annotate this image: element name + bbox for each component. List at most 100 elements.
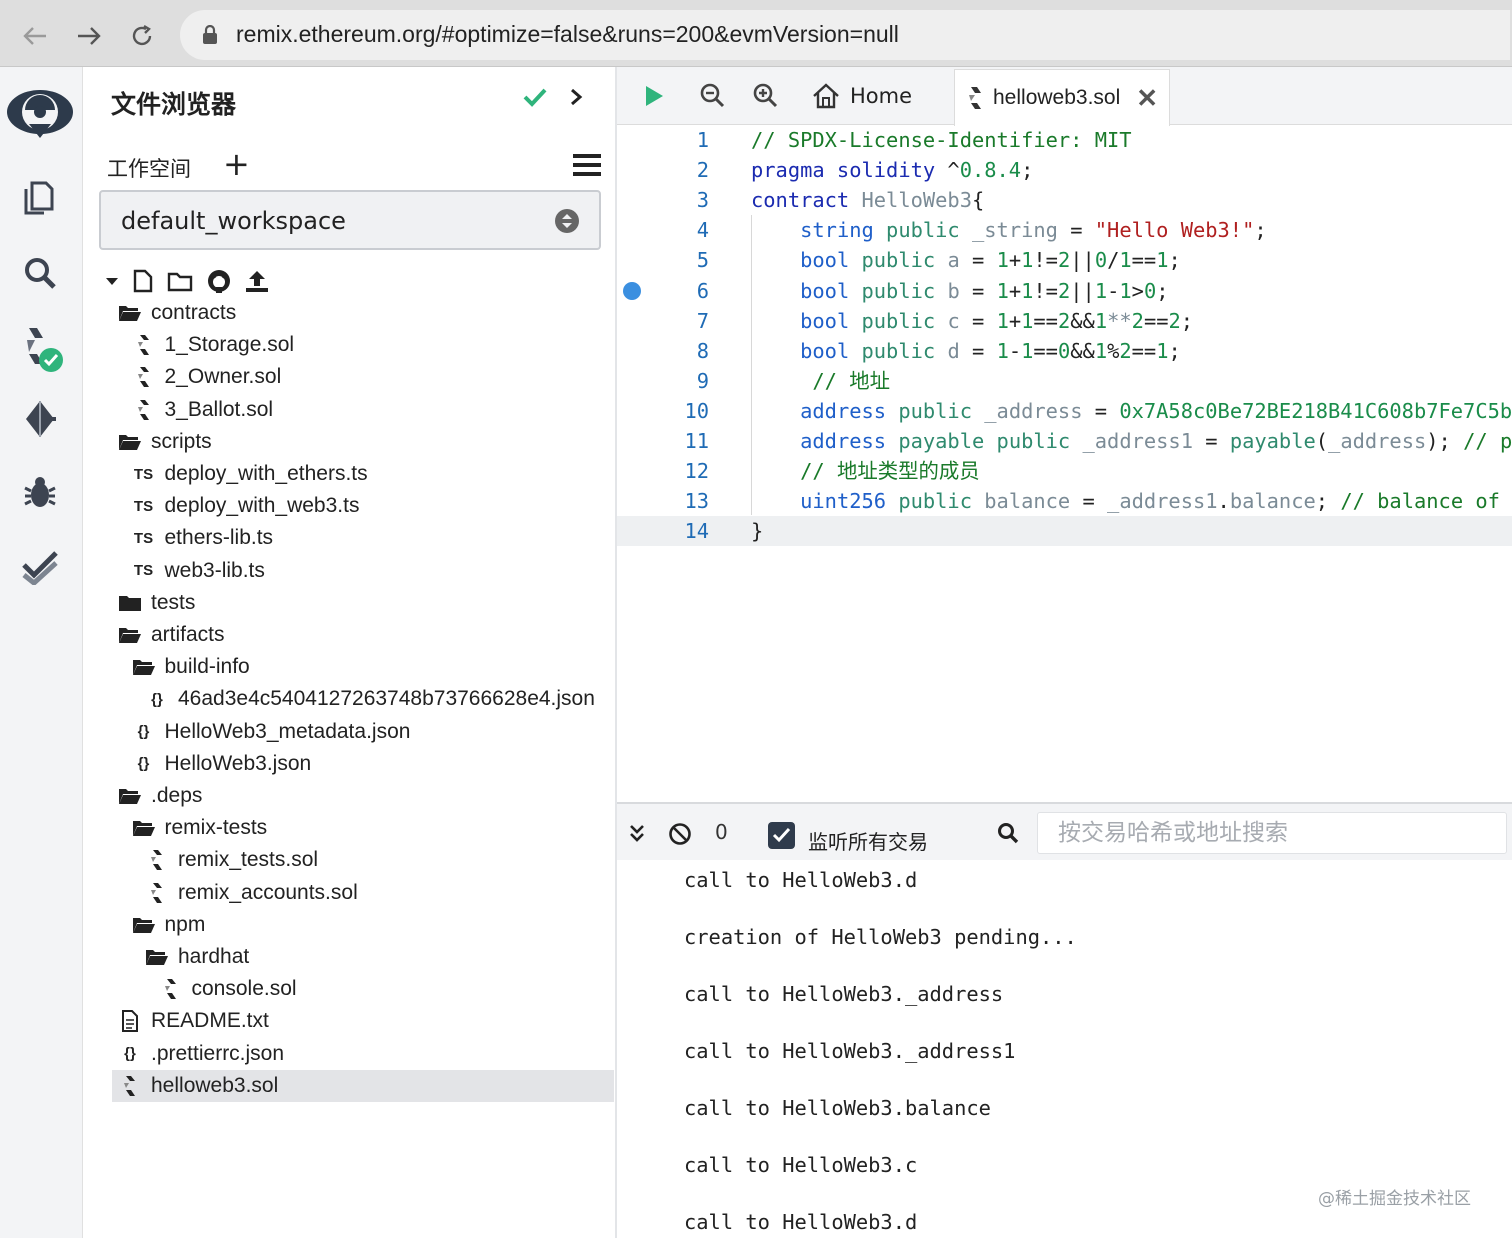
tree-item[interactable]: {} .prettierrc.json <box>117 1038 284 1070</box>
new-folder-icon[interactable] <box>167 270 193 292</box>
tree-item[interactable]: 3_Ballot.sol <box>131 394 273 426</box>
tree-item[interactable]: TS ethers-lib.ts <box>131 522 273 554</box>
search-icon[interactable] <box>0 243 80 303</box>
tab-helloweb3-label: helloweb3.sol <box>993 86 1121 109</box>
log-entry[interactable]: creation of HelloWeb3 pending... <box>684 925 1077 949</box>
tree-item[interactable]: npm <box>131 909 205 941</box>
listen-all-checkbox[interactable] <box>768 822 795 849</box>
zoom-out-icon[interactable] <box>699 82 725 112</box>
code-area[interactable]: 1 // SPDX-License-Identifier: MIT 2 pragma … <box>617 125 1512 802</box>
line-number[interactable]: 7 <box>667 306 709 336</box>
new-file-icon[interactable] <box>133 269 153 293</box>
code-line[interactable]: 13 uint256 public balance = _address1.ba… <box>617 486 1512 516</box>
log-entry[interactable]: call to HelloWeb3.balance <box>684 1096 991 1120</box>
code-line[interactable]: 14} <box>617 516 1512 547</box>
line-number[interactable]: 3 <box>667 185 709 215</box>
upload-icon[interactable] <box>245 269 269 293</box>
tree-item[interactable]: remix_tests.sol <box>144 844 318 876</box>
code-line[interactable]: 1 // SPDX-License-Identifier: MIT <box>617 125 1512 155</box>
solidity-compiler-icon[interactable] <box>0 319 80 379</box>
line-number[interactable]: 10 <box>667 396 709 426</box>
log-entry[interactable]: call to HelloWeb3._address <box>684 982 1003 1006</box>
tree-item[interactable]: build-info <box>131 651 250 683</box>
line-number[interactable]: 4 <box>667 215 709 245</box>
code-line[interactable]: 3 contract HelloWeb3{ <box>617 185 1512 215</box>
line-number[interactable]: 5 <box>667 245 709 275</box>
reload-button[interactable] <box>124 18 160 54</box>
deploy-run-icon[interactable] <box>0 389 80 449</box>
tree-item[interactable]: contracts <box>117 297 236 329</box>
file-explorer-panel: 文件浏览器 工作空间 + default_workspace contracts… <box>83 67 617 1238</box>
log-entry[interactable]: call to HelloWeb3._address1 <box>684 1039 1015 1063</box>
line-number[interactable]: 1 <box>667 125 709 155</box>
line-number[interactable]: 11 <box>667 426 709 456</box>
tree-item[interactable]: hardhat <box>144 941 249 973</box>
tree-item[interactable]: TS web3-lib.ts <box>131 555 265 587</box>
line-number[interactable]: 8 <box>667 336 709 366</box>
code-line[interactable]: 10 address public _address = 0x7A58c0Be7… <box>617 396 1512 426</box>
line-number[interactable]: 12 <box>667 456 709 486</box>
line-number[interactable]: 6 <box>667 276 709 306</box>
tree-item[interactable]: {} HelloWeb3.json <box>131 748 312 780</box>
checkmark-icon <box>772 827 791 843</box>
tree-item[interactable]: 1_Storage.sol <box>131 329 294 361</box>
code-line[interactable]: 6 bool public b = 1+1!=2||1-1>0; <box>617 276 1512 306</box>
tree-item[interactable]: {} HelloWeb3_metadata.json <box>131 716 411 748</box>
code-line[interactable]: 4 string public _string = "Hello Web3!"; <box>617 215 1512 245</box>
reload-icon <box>132 24 152 46</box>
code-line[interactable]: 5 bool public a = 1+1!=2||0/1==1; <box>617 245 1512 275</box>
log-entry[interactable]: call to HelloWeb3.c <box>684 1153 917 1177</box>
unit-test-icon[interactable] <box>0 537 80 597</box>
log-entry[interactable]: call to HelloWeb3.d <box>684 1210 917 1234</box>
close-tab-icon[interactable]: ✕ <box>1136 83 1158 114</box>
tx-search-input[interactable] <box>1037 812 1507 854</box>
code-line[interactable]: 7 bool public c = 1+1==2&&1**2==2; <box>617 306 1512 336</box>
code-token: contract <box>751 188 862 213</box>
code-line[interactable]: 8 bool public d = 1-1==0&&1%2==1; <box>617 336 1512 366</box>
line-number[interactable]: 13 <box>667 486 709 516</box>
tree-item[interactable]: artifacts <box>117 619 225 651</box>
zoom-in-icon[interactable] <box>752 82 778 112</box>
breakpoint-marker[interactable] <box>623 281 641 300</box>
log-entry[interactable]: call to HelloWeb3.d <box>684 868 917 892</box>
tree-item[interactable]: tests <box>117 587 195 619</box>
code-line[interactable]: 11 address payable public _address1 = pa… <box>617 426 1512 456</box>
add-workspace-button[interactable]: + <box>223 148 250 180</box>
tree-item[interactable]: remix_accounts.sol <box>144 877 358 909</box>
tree-item[interactable]: TS deploy_with_ethers.ts <box>131 458 368 490</box>
github-icon[interactable] <box>207 269 231 293</box>
tree-item[interactable]: TS deploy_with_web3.ts <box>131 490 360 522</box>
line-number[interactable]: 9 <box>667 366 709 396</box>
tree-item[interactable]: helloweb3.sol <box>112 1069 614 1102</box>
tree-item[interactable]: scripts <box>117 426 212 458</box>
tab-helloweb3[interactable]: helloweb3.sol ✕ <box>954 69 1170 126</box>
workspace-select[interactable]: default_workspace <box>99 190 601 250</box>
back-button[interactable] <box>17 18 53 54</box>
tree-item[interactable]: remix-tests <box>131 812 267 844</box>
code-line[interactable]: 2 pragma solidity ^0.8.4; <box>617 155 1512 185</box>
workspace-menu-icon[interactable] <box>573 153 601 181</box>
forward-button[interactable] <box>71 18 107 54</box>
collapse-terminal-icon[interactable] <box>629 824 645 846</box>
tree-item[interactable]: {} 46ad3e4c5404127263748b73766628e4.json <box>144 683 595 715</box>
tree-item[interactable]: README.txt <box>117 1005 269 1037</box>
tree-item-label: README.txt <box>151 1009 269 1033</box>
code-token: public <box>861 338 948 363</box>
debugger-icon[interactable] <box>0 463 80 523</box>
file-explorer-icon[interactable] <box>0 167 80 227</box>
clear-console-icon[interactable] <box>668 822 692 850</box>
tree-item[interactable]: .deps <box>117 780 202 812</box>
code-line[interactable]: 9 // 地址 <box>617 366 1512 396</box>
tree-item[interactable]: console.sol <box>158 973 297 1005</box>
collapse-caret-icon[interactable] <box>105 274 119 288</box>
search-icon[interactable] <box>997 822 1019 848</box>
line-number[interactable]: 14 <box>667 516 709 546</box>
run-script-icon[interactable] <box>643 84 665 112</box>
tree-item[interactable]: 2_Owner.sol <box>131 361 281 393</box>
tab-home[interactable]: Home <box>812 67 912 125</box>
chevron-right-icon[interactable] <box>569 87 583 111</box>
code-line[interactable]: 12 // 地址类型的成员 <box>617 456 1512 486</box>
line-number[interactable]: 2 <box>667 155 709 185</box>
remix-logo-icon[interactable] <box>0 79 80 149</box>
address-bar[interactable]: remix.ethereum.org/#optimize=false&runs=… <box>180 10 1510 60</box>
